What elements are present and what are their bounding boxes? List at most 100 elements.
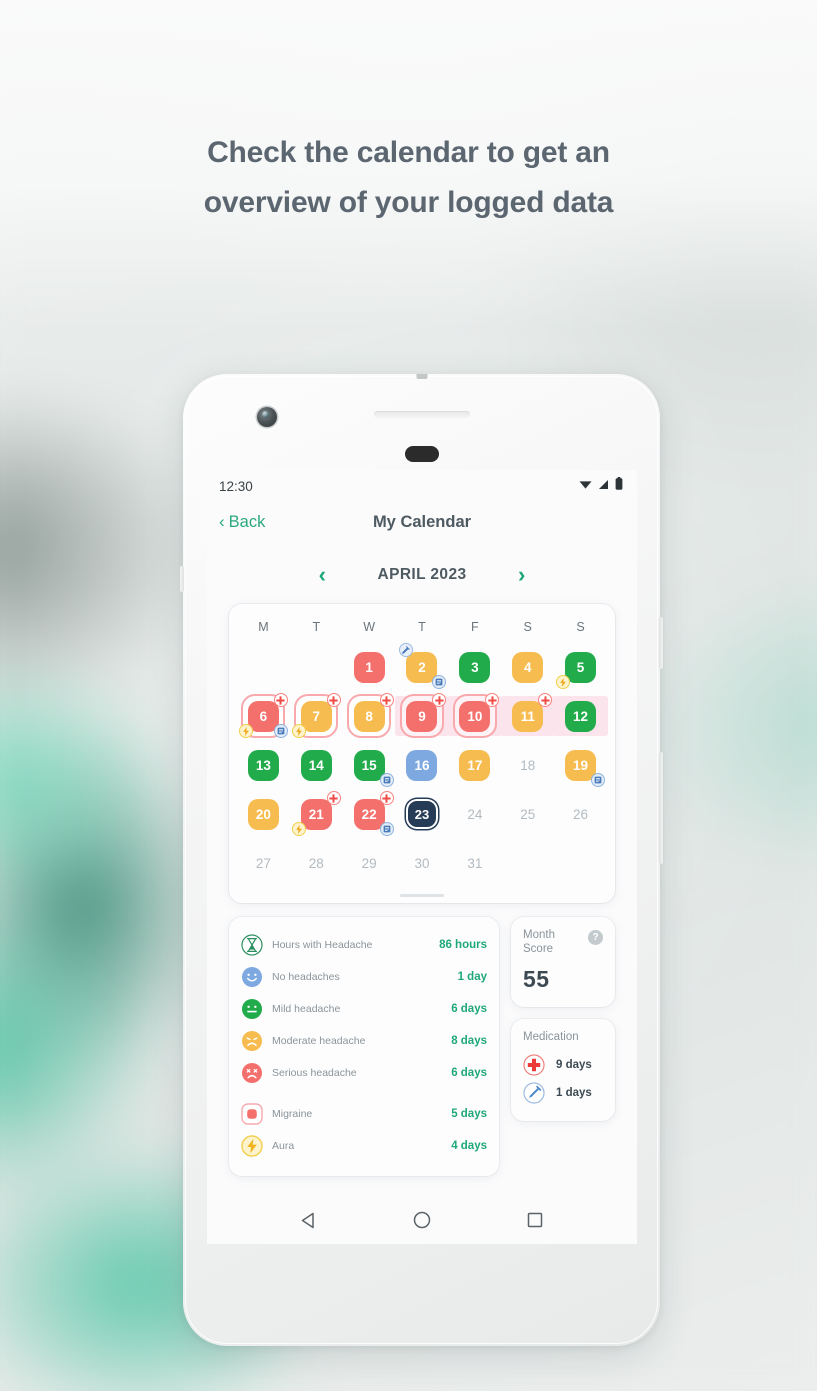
home-circle-icon[interactable] [413,1211,431,1229]
medication-badge-icon [485,693,500,707]
calendar-day-number[interactable]: 9 [406,700,438,732]
medication-badge-icon [379,791,394,805]
calendar-day-number[interactable]: 13 [247,749,279,781]
question-mark-icon[interactable]: ? [588,930,603,945]
calendar-day-cell[interactable]: 17 [448,742,501,788]
calendar-day-cell[interactable]: 8 [343,693,396,739]
calendar-day-number[interactable]: 3 [459,651,491,683]
hourglass-icon [241,934,263,956]
calendar-day-cell[interactable]: 19 [554,742,607,788]
chevron-left-icon: ‹ [219,512,225,531]
calendar-day-number[interactable]: 21 [300,798,332,830]
back-triangle-icon[interactable] [301,1212,318,1229]
weekday-label: T [312,620,321,634]
calendar-day-cell[interactable]: 21 [290,791,343,837]
recents-square-icon[interactable] [527,1212,543,1228]
aura-bolt-icon [241,1135,263,1157]
calendar-day-number[interactable]: 4 [512,651,544,683]
medication-badge-icon [326,791,341,805]
calendar-day-cell[interactable]: 13 [237,742,290,788]
back-button[interactable]: ‹ Back [219,513,265,532]
calendar-day-number[interactable]: 1 [353,651,385,683]
legend-row: Serious headache 6 days [241,1057,487,1089]
legend-row: Hours with Headache 86 hours [241,929,487,961]
headache-summary-card: Hours with Headache 86 hours No headaches 1… [229,917,499,1176]
calendar-day-number: 24 [467,806,483,822]
calendar-day-cell[interactable]: 16 [396,742,449,788]
calendar-empty-cell [554,840,607,886]
calendar-day-number[interactable]: 16 [406,749,438,781]
side-button-left[interactable] [180,566,184,592]
calendar-day-cell[interactable]: 3 [448,644,501,690]
calendar-empty-cell [290,644,343,690]
calendar-day-cell[interactable]: 4 [501,644,554,690]
volume-button[interactable] [659,752,663,864]
calendar-day-number: 30 [414,855,430,871]
smiley-happy-icon [241,966,263,988]
calendar-day-number[interactable]: 5 [565,651,597,683]
calendar-day-cell: 29 [343,840,396,886]
calendar-day-cell[interactable]: 11 [500,693,555,739]
calendar-day-cell[interactable]: 5 [554,644,607,690]
calendar-drag-handle[interactable] [400,894,444,897]
month-score-title: Month Score [523,929,555,955]
calendar-day-cell[interactable]: 20 [237,791,290,837]
calendar-day-cell: 31 [448,840,501,886]
medication-badge-icon [273,693,288,707]
phone-mockup: 12:30 ‹ Back My Calendar ‹ APRIL 2023 › … [180,374,663,1346]
legend-row: Moderate headache 8 days [241,1025,487,1057]
calendar-day-cell[interactable]: 14 [290,742,343,788]
calendar-week-row: 27 28 29 30 31 [237,840,607,886]
calendar-week-row: 13 14 15 16 17 18 19 [237,742,607,788]
calendar-day-number: 25 [520,806,536,822]
medication-row: 1 days [523,1079,603,1107]
calendar-day-cell[interactable]: 7 [290,693,343,739]
calendar-day-number[interactable]: 7 [300,700,332,732]
medication-badge-icon [326,693,341,707]
month-score-header: Month Score ? [523,929,603,956]
calendar-day-cell[interactable]: 12 [553,693,608,739]
aura-badge-icon [291,724,306,738]
month-score-card: Month Score ? 55 [511,917,615,1007]
legend-label: Migraine [272,1107,313,1120]
calendar-day-cell[interactable]: 9 [394,693,450,739]
medication-badge-icon [432,693,447,707]
calendar-day-number[interactable]: 10 [459,700,491,732]
calendar-day-number[interactable]: 17 [459,749,491,781]
calendar-week-row: 20 21 22 23 24 25 26 [237,791,607,837]
calendar-day-cell[interactable]: 23 [396,791,449,837]
calendar-day-cell[interactable]: 6 [237,693,290,739]
calendar-day-cell: 27 [237,840,290,886]
phone-top-nub [416,374,427,379]
status-time: 12:30 [219,478,253,494]
weekday-label: M [258,620,269,634]
calendar-card: MTWTFSS 1 2 3 4 5 6 7 8 9 10 11 12 13 14 15 16 17 18 19 20 2… [229,604,615,903]
calendar-day-number[interactable]: 20 [247,798,279,830]
calendar-day-cell[interactable]: 15 [343,742,396,788]
power-button[interactable] [659,617,663,669]
note-badge-icon [591,773,605,787]
calendar-day-number[interactable]: 23 [407,801,436,827]
medication-value: 1 days [556,1087,592,1099]
calendar-day-cell: 18 [501,742,554,788]
next-month-button[interactable]: › [518,564,525,586]
calendar-day-number[interactable]: 8 [353,700,385,732]
calendar-day-number[interactable]: 11 [512,700,544,732]
calendar-day-cell[interactable]: 1 [343,644,396,690]
prev-month-button[interactable]: ‹ [319,564,326,586]
month-navigation: ‹ APRIL 2023 › [207,548,637,602]
back-button-label: Back [228,512,266,531]
weekday-header-row: MTWTFSS [237,614,607,644]
phone-screen: 12:30 ‹ Back My Calendar ‹ APRIL 2023 › … [207,470,637,1244]
calendar-day-number: 28 [308,855,324,871]
legend-row: Aura 4 days [241,1130,487,1162]
calendar-day-number[interactable]: 12 [565,700,597,732]
calendar-day-cell[interactable]: 22 [343,791,396,837]
smiley-sad-icon [241,1030,263,1052]
aura-badge-icon [291,822,306,836]
calendar-day-cell[interactable]: 10 [447,693,503,739]
current-month-label: APRIL 2023 [377,566,467,583]
calendar-day-number[interactable]: 14 [300,749,332,781]
calendar-empty-cell [237,644,290,690]
calendar-day-cell[interactable]: 2 [396,643,449,690]
